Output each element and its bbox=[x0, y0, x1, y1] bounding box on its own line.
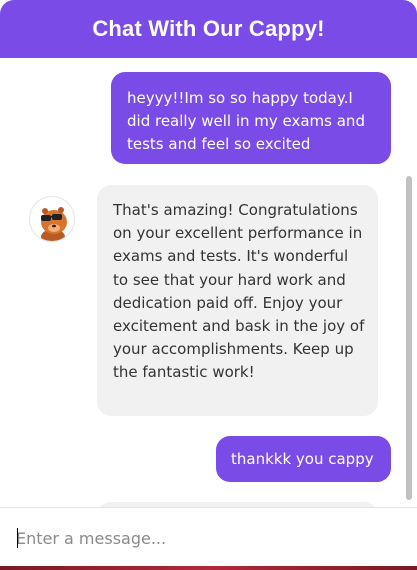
window-bottom-edge bbox=[0, 566, 417, 570]
chat-header: Chat With Our Cappy! bbox=[0, 0, 417, 58]
message-input[interactable] bbox=[16, 522, 396, 554]
scrollbar-thumb[interactable] bbox=[406, 176, 412, 500]
message-composer bbox=[0, 507, 417, 570]
text-caret bbox=[17, 528, 18, 548]
user-message: heyyy!!Im so so happy today.I did really… bbox=[111, 72, 391, 164]
bot-message: That's amazing! Congratulations on your … bbox=[97, 185, 378, 416]
chat-title: Chat With Our Cappy! bbox=[92, 16, 325, 41]
capybara-avatar-icon bbox=[29, 196, 75, 242]
user-message: thankkk you cappy bbox=[216, 436, 391, 482]
message-list[interactable]: heyyy!!Im so so happy today.I did really… bbox=[0, 58, 417, 508]
message-scrollbar[interactable] bbox=[401, 58, 417, 508]
